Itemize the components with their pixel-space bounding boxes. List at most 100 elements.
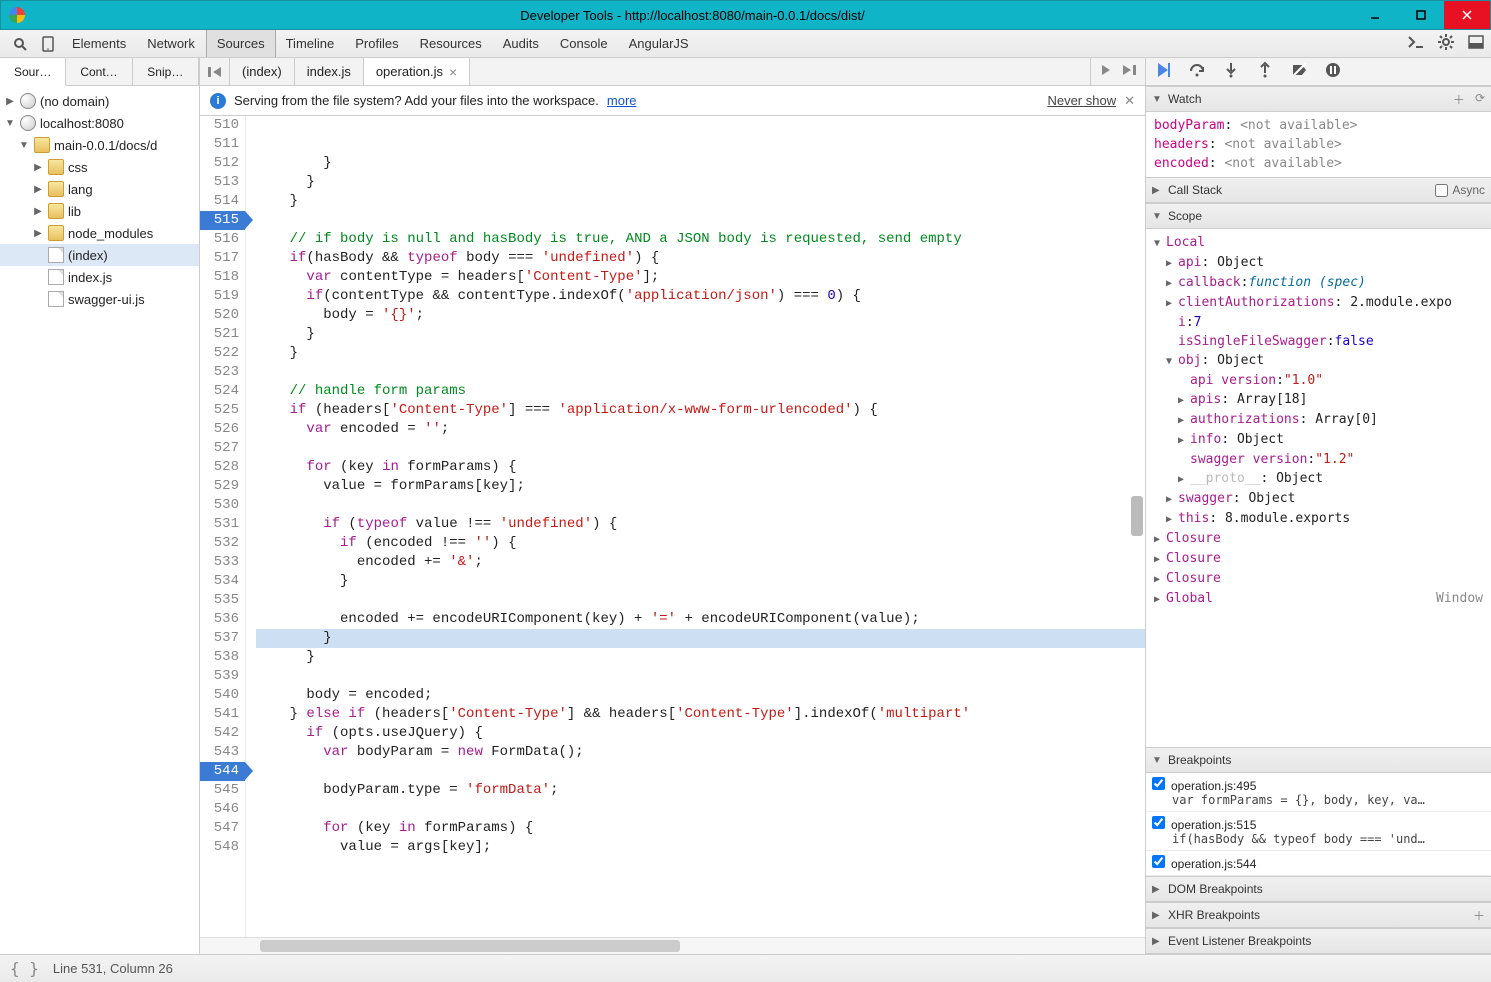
tree-file[interactable]: swagger-ui.js [0,288,199,310]
scope-variable[interactable]: ▶info: Object [1154,430,1483,450]
close-tab-icon[interactable]: × [449,64,457,80]
line-number[interactable]: 515 [200,211,245,230]
line-number[interactable]: 541 [200,705,245,724]
scope-variable[interactable]: ▶api: Object [1154,253,1483,273]
horizontal-scrollbar[interactable] [200,937,1145,954]
device-icon[interactable] [34,30,62,57]
scope-variable[interactable]: ▶Closure [1154,529,1483,549]
line-number[interactable]: 519 [200,287,245,306]
breakpoint-checkbox[interactable] [1152,816,1165,829]
line-number[interactable]: 535 [200,591,245,610]
tree-node-no-domain[interactable]: ▶(no domain) [0,90,199,112]
file-tab[interactable]: index.js [295,58,364,85]
nav-tab-1[interactable]: Cont… [66,58,132,85]
line-number[interactable]: 540 [200,686,245,705]
line-number[interactable]: 542 [200,724,245,743]
main-tab-network[interactable]: Network [137,30,206,57]
console-drawer-icon[interactable] [1407,33,1425,54]
line-number[interactable]: 538 [200,648,245,667]
watch-expression[interactable]: encoded: <not available> [1154,154,1483,173]
close-button[interactable] [1444,1,1490,29]
scope-variable[interactable]: ▶clientAuthorizations: 2.module.expo [1154,293,1483,313]
line-number[interactable]: 525 [200,401,245,420]
breakpoint-item[interactable]: operation.js:495var formParams = {}, bod… [1146,773,1491,812]
line-number[interactable]: 524 [200,382,245,401]
line-number[interactable]: 514 [200,192,245,211]
scope-variable[interactable]: i: 7 [1154,313,1483,332]
vertical-scrollbar[interactable] [1131,496,1143,536]
add-xhr-icon[interactable]: ＋ [1473,907,1485,924]
step-into-icon[interactable] [1222,61,1240,82]
scope-variable[interactable]: ▼obj: Object [1154,351,1483,371]
callstack-header[interactable]: ▶Call Stack Async [1146,177,1491,203]
breakpoint-item[interactable]: operation.js:544 [1146,851,1491,876]
line-number[interactable]: 511 [200,135,245,154]
scope-variable[interactable]: ▶apis: Array[18] [1154,390,1483,410]
tree-folder-lang[interactable]: ▶lang [0,178,199,200]
step-over-icon[interactable] [1188,61,1206,82]
watch-expression[interactable]: headers: <not available> [1154,135,1483,154]
line-number[interactable]: 533 [200,553,245,572]
tree-folder-node_modules[interactable]: ▶node_modules [0,222,199,244]
line-gutter[interactable]: 5105115125135145155165175185195205215225… [200,116,246,937]
deactivate-breakpoints-icon[interactable] [1290,61,1308,82]
main-tab-resources[interactable]: Resources [410,30,493,57]
section-header[interactable]: ▶Event Listener Breakpoints [1146,928,1491,954]
step-out-icon[interactable] [1256,61,1274,82]
line-number[interactable]: 546 [200,800,245,819]
line-number[interactable]: 534 [200,572,245,591]
tab-history-fwd-icon[interactable] [1121,64,1137,79]
tree-node-host[interactable]: ▼localhost:8080 [0,112,199,134]
tree-node-folder[interactable]: ▼main-0.0.1/docs/d [0,134,199,156]
info-close-icon[interactable]: ✕ [1124,93,1135,109]
tree-folder-css[interactable]: ▶css [0,156,199,178]
scope-variable[interactable]: ▶Closure [1154,569,1483,589]
line-number[interactable]: 530 [200,496,245,515]
add-watch-icon[interactable]: ＋ [1453,91,1465,108]
tree-file[interactable]: index.js [0,266,199,288]
line-number[interactable]: 510 [200,116,245,135]
watch-header[interactable]: ▼Watch ＋⟳ [1146,86,1491,112]
line-number[interactable]: 543 [200,743,245,762]
scope-variable[interactable]: ▶authorizations: Array[0] [1154,410,1483,430]
tree-file[interactable]: (index) [0,244,199,266]
watch-expression[interactable]: bodyParam: <not available> [1154,116,1483,135]
section-header[interactable]: ▶XHR Breakpoints＋ [1146,902,1491,928]
nav-tab-0[interactable]: Sour… [0,58,66,86]
main-tab-elements[interactable]: Elements [62,30,137,57]
line-number[interactable]: 544 [200,762,245,781]
scope-variable[interactable]: swagger version: "1.2" [1154,450,1483,469]
section-header[interactable]: ▶DOM Breakpoints [1146,876,1491,902]
file-tab[interactable]: (index) [230,58,295,85]
file-tree[interactable]: ▶(no domain) ▼localhost:8080 ▼main-0.0.1… [0,86,199,954]
minimize-button[interactable] [1352,1,1398,29]
tree-folder-lib[interactable]: ▶lib [0,200,199,222]
line-number[interactable]: 518 [200,268,245,287]
main-tab-sources[interactable]: Sources [206,30,276,57]
nav-tab-2[interactable]: Snip… [133,58,199,85]
info-never-show[interactable]: Never show [1047,93,1116,108]
line-number[interactable]: 521 [200,325,245,344]
code-editor[interactable]: 5105115125135145155165175185195205215225… [200,116,1145,937]
breakpoint-checkbox[interactable] [1152,777,1165,790]
line-number[interactable]: 539 [200,667,245,686]
line-number[interactable]: 548 [200,838,245,857]
line-number[interactable]: 531 [200,515,245,534]
scope-variable[interactable]: ▶swagger: Object [1154,489,1483,509]
scope-variable[interactable]: isSingleFileSwagger: false [1154,332,1483,351]
line-number[interactable]: 536 [200,610,245,629]
line-number[interactable]: 529 [200,477,245,496]
line-number[interactable]: 547 [200,819,245,838]
main-tab-console[interactable]: Console [550,30,619,57]
scope-variable[interactable]: api version: "1.0" [1154,371,1483,390]
file-tab[interactable]: operation.js× [364,58,470,85]
scope-variable[interactable]: ▶callback: function (spec) [1154,273,1483,293]
line-number[interactable]: 523 [200,363,245,382]
line-number[interactable]: 513 [200,173,245,192]
scope-variable[interactable]: ▶__proto__: Object [1154,469,1483,489]
line-number[interactable]: 520 [200,306,245,325]
line-number[interactable]: 512 [200,154,245,173]
main-tab-angularjs[interactable]: AngularJS [619,30,700,57]
run-snippet-icon[interactable] [1099,64,1113,79]
breakpoint-checkbox[interactable] [1152,855,1165,868]
